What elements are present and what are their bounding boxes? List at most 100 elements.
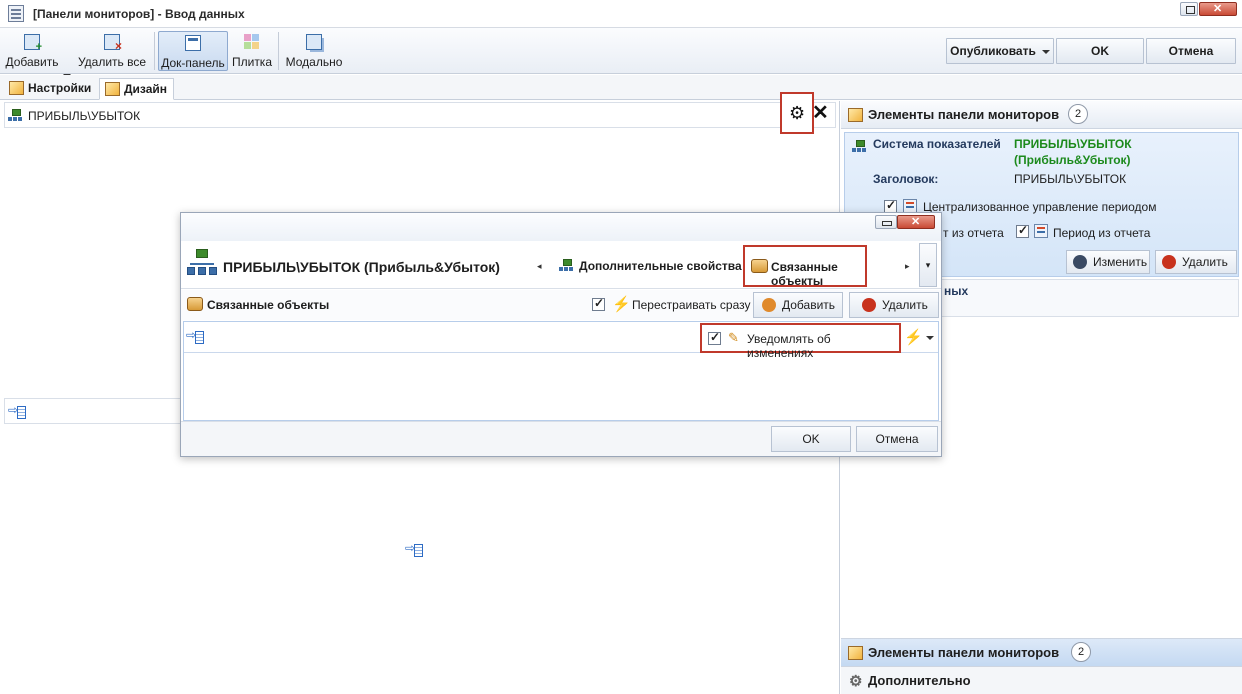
window-titlebar: [Панели мониторов] - Ввод данных	[0, 0, 1242, 28]
delete-all-icon	[104, 34, 122, 53]
window-title: [Панели мониторов] - Ввод данных	[33, 7, 245, 21]
publish-button[interactable]: Опубликовать	[946, 38, 1054, 64]
toolbar: Добавить Удалить все Док-панель Плитка М…	[0, 28, 1242, 78]
dock-panel-icon	[185, 35, 201, 51]
add-button[interactable]: Добавить	[2, 31, 62, 71]
add-icon	[762, 298, 776, 312]
delete-all-label: Удалить все	[77, 55, 147, 69]
cancel-button[interactable]: Отмена	[1146, 38, 1236, 64]
add-linked-label: Добавить	[782, 298, 836, 312]
additional-section-title: Дополнительно	[868, 673, 971, 688]
dialog-ok-button[interactable]: OK	[771, 426, 851, 452]
delete-element-button[interactable]: Удалить	[1155, 250, 1237, 274]
dialog-close-button[interactable]	[897, 215, 935, 229]
tab-settings[interactable]: Настройки	[4, 78, 97, 100]
linked-objects-dialog: ПРИБЫЛЬ\УБЫТОК (Прибыль&Убыток) ◂ Дополн…	[180, 212, 942, 457]
notify-changes-checkbox[interactable]	[708, 330, 721, 345]
linked-object-icon	[8, 403, 26, 419]
period-icon	[1034, 224, 1048, 238]
indicator-system-icon	[852, 140, 867, 153]
nav-next-icon[interactable]: ▸	[905, 261, 910, 272]
additional-section[interactable]: ⚙ Дополнительно	[841, 666, 1242, 694]
monitor-item-row[interactable]: ПРИБЫЛЬ\УБЫТОК	[4, 102, 836, 128]
panel-elements-section[interactable]: Элементы панели мониторов 2	[841, 638, 1242, 666]
tab-settings-label: Настройки	[28, 81, 92, 95]
item-settings-button[interactable]: ⚙	[780, 92, 814, 134]
delete-icon	[1162, 255, 1176, 269]
delete-linked-button[interactable]: Удалить	[849, 292, 939, 318]
tab-design-label: Дизайн	[124, 82, 168, 96]
delete-icon	[862, 298, 876, 312]
toolbar-separator	[278, 32, 279, 70]
system-value-line2: (Прибыль&Убыток)	[1014, 153, 1131, 167]
from-report-label: т из отчета	[943, 226, 1004, 240]
dock-panel-label: Док-панель	[161, 56, 225, 70]
panel-elements-header[interactable]: Элементы панели мониторов 2	[841, 101, 1242, 129]
dialog-footer: OK Отмена	[181, 421, 941, 456]
edit-element-label: Изменить	[1093, 255, 1148, 269]
gear-icon: ⚙	[789, 103, 806, 123]
list-item[interactable]: ✎ Уведомлять об изменениях ⚡	[184, 322, 938, 360]
modal-icon	[306, 34, 322, 50]
properties-icon	[559, 259, 574, 272]
delete-all-button[interactable]: Удалить все	[76, 31, 148, 71]
drop-target-icon[interactable]	[405, 541, 437, 569]
tile-icon	[244, 34, 260, 50]
dialog-cancel-button[interactable]: Отмена	[856, 426, 938, 452]
close-window-button[interactable]	[1199, 2, 1237, 16]
panel-elements-icon	[848, 108, 863, 122]
indicator-system-icon	[187, 249, 217, 279]
nav-additional-label: Дополнительные свойства	[579, 259, 742, 273]
period-from-report-label: Период из отчета	[1053, 226, 1151, 240]
dialog-titlebar	[181, 213, 941, 241]
tab-design[interactable]: Дизайн	[99, 78, 175, 100]
panel-elements-count: 2	[1068, 104, 1088, 124]
linked-objects-title: Связанные объекты	[207, 298, 330, 312]
panel-elements-section-icon	[848, 646, 863, 660]
dialog-restore-button[interactable]	[875, 215, 897, 229]
nav-additional-properties[interactable]: Дополнительные свойства	[559, 259, 742, 273]
panel-elements-section-title: Элементы панели мониторов	[868, 645, 1060, 660]
remove-item-icon[interactable]: ✕	[812, 103, 829, 123]
second-element-label: ных	[944, 284, 969, 298]
tile-label: Плитка	[231, 55, 272, 69]
edit-element-button[interactable]: Изменить	[1066, 250, 1150, 274]
add-linked-button[interactable]: Добавить	[753, 292, 843, 318]
rebuild-now-label: Перестраивать сразу	[632, 298, 751, 312]
ok-button[interactable]: OK	[1056, 38, 1144, 64]
tile-button[interactable]: Плитка	[230, 31, 274, 71]
nav-more-button[interactable]: ▾	[919, 243, 937, 287]
nav-linked-label: Связанные объекты	[771, 260, 838, 288]
pencil-icon	[1073, 255, 1087, 269]
system-key: Система показателей	[873, 137, 1001, 151]
settings-tab-icon	[9, 81, 24, 95]
delete-element-label: Удалить	[1182, 255, 1228, 269]
dialog-object-name: ПРИБЫЛЬ\УБЫТОК (Прибыль&Убыток)	[223, 259, 500, 275]
add-icon	[24, 34, 42, 53]
publish-dropdown-icon	[1041, 49, 1050, 54]
rebuild-now-checkbox[interactable]	[592, 296, 605, 311]
system-value-line1: ПРИБЫЛЬ\УБЫТОК	[1014, 137, 1132, 151]
header-key: Заголовок:	[873, 172, 939, 186]
toolbar-separator	[154, 32, 155, 70]
lightning-icon: ⚡	[904, 329, 923, 346]
chevron-down-icon	[926, 336, 934, 340]
row-action-dropdown[interactable]: ⚡	[902, 326, 938, 350]
design-tab-icon	[105, 82, 120, 96]
linked-objects-list: ✎ Уведомлять об изменениях ⚡	[183, 321, 939, 421]
restore-button[interactable]	[1180, 2, 1198, 16]
period-from-report-checkbox[interactable]	[1016, 223, 1029, 238]
monitor-item-label: ПРИБЫЛЬ\УБЫТОК	[28, 109, 141, 123]
modal-button[interactable]: Модально	[282, 31, 346, 71]
dock-panel-button[interactable]: Док-панель	[158, 31, 228, 71]
publish-label: Опубликовать	[950, 44, 1036, 58]
delete-linked-label: Удалить	[882, 298, 928, 312]
lightning-icon: ⚡	[612, 296, 631, 313]
notify-changes-label: Уведомлять об изменениях	[747, 332, 831, 360]
app-icon	[8, 5, 24, 22]
gear-icon: ⚙	[849, 673, 863, 690]
nav-linked-objects[interactable]: Связанные объекты	[743, 245, 867, 288]
modal-label: Модально	[285, 55, 343, 69]
notify-changes-option[interactable]: ✎ Уведомлять об изменениях	[700, 323, 901, 360]
nav-prev-icon[interactable]: ◂	[537, 261, 542, 272]
